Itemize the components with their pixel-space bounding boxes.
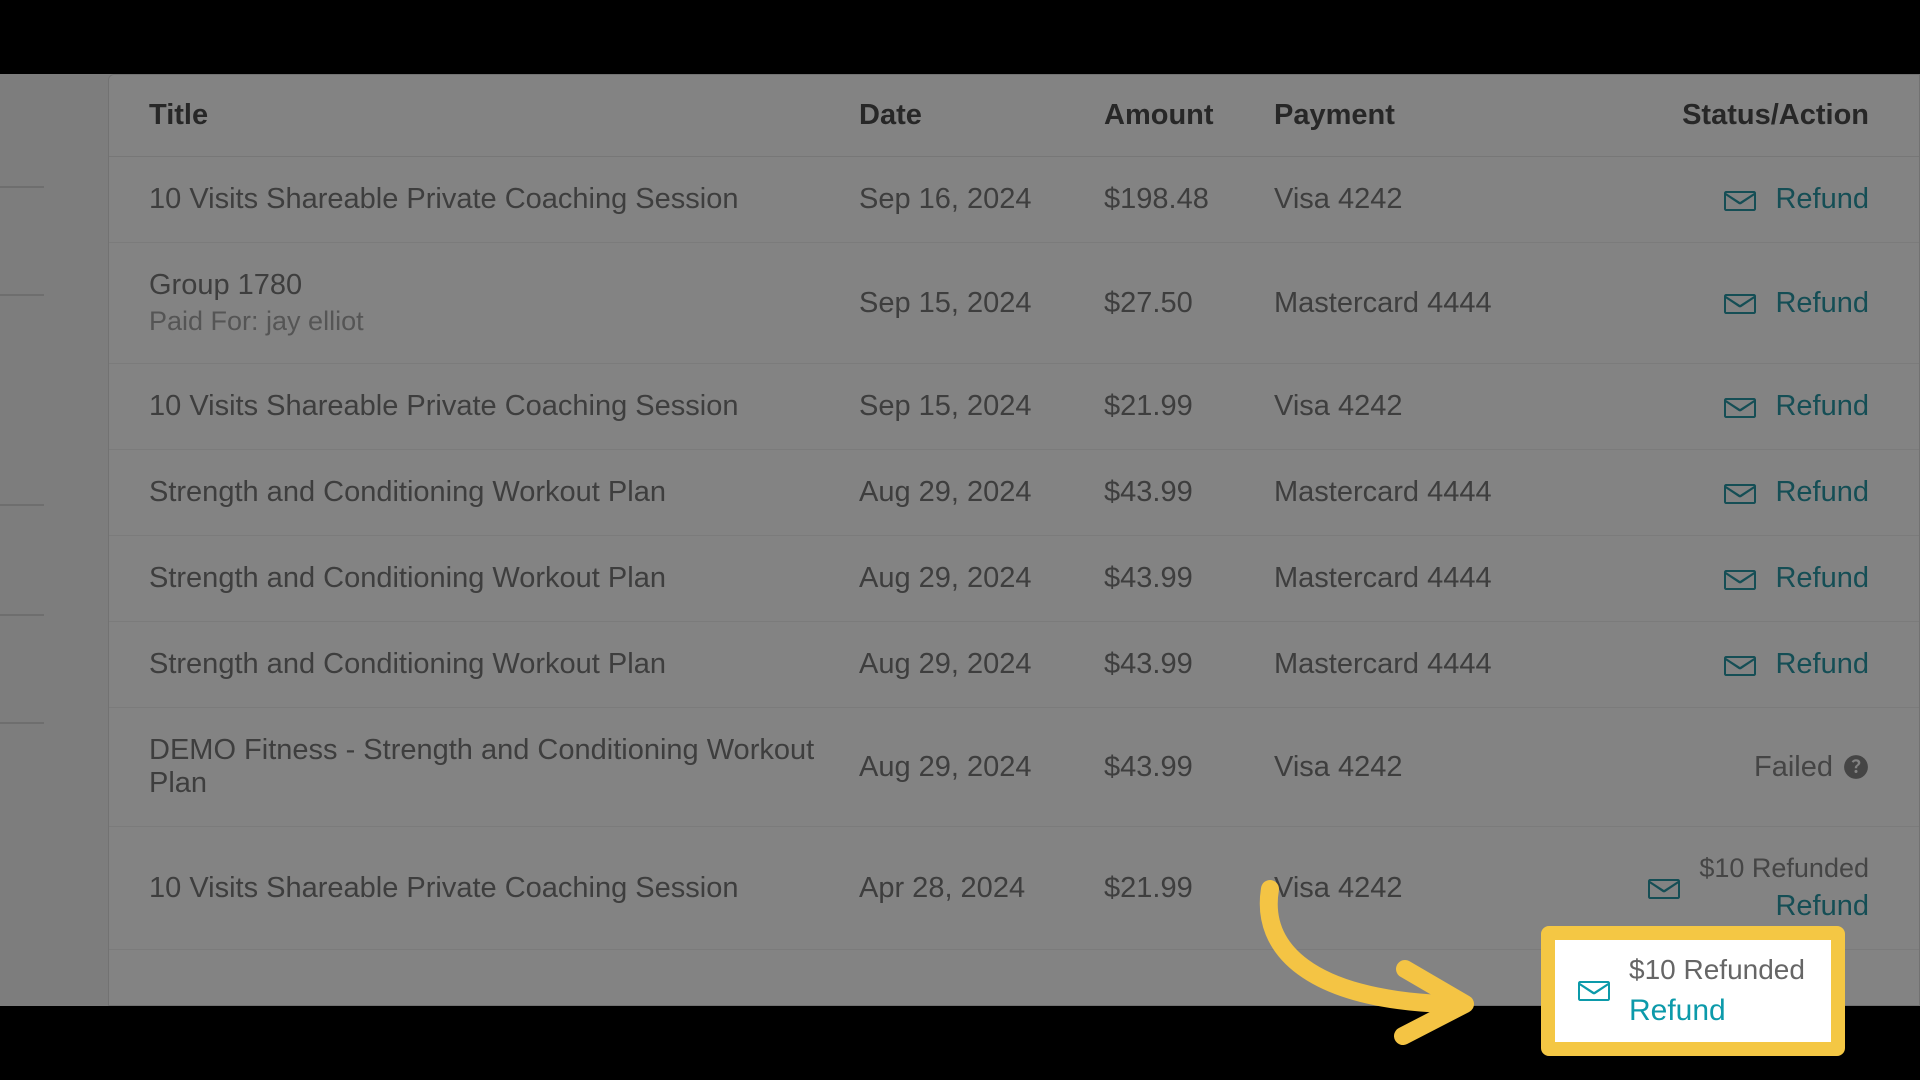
cell-payment: Mastercard 4444: [1254, 622, 1554, 708]
cell-amount: $27.50: [1084, 243, 1254, 364]
table-row: Strength and Conditioning Workout Plan Au…: [109, 622, 1919, 708]
transaction-title: DEMO Fitness - Strength and Conditioning…: [149, 734, 819, 800]
cell-status: Refund: [1554, 622, 1919, 708]
table-row: 10 Visits Shareable Private Coaching Ses…: [109, 157, 1919, 243]
cell-payment: Mastercard 4444: [1254, 536, 1554, 622]
transaction-title: Strength and Conditioning Workout Plan: [149, 562, 819, 595]
cell-date: Sep 15, 2024: [839, 243, 1084, 364]
cell-date: Aug 29, 2024: [839, 536, 1084, 622]
table-row: Group 1780 Paid For: jay elliot Sep 15, 20…: [109, 243, 1919, 364]
mail-icon[interactable]: [1577, 979, 1611, 1003]
refunded-amount-note: $10 Refunded: [1629, 954, 1805, 986]
help-icon[interactable]: [1843, 754, 1869, 780]
transaction-title: Strength and Conditioning Workout Plan: [149, 476, 819, 509]
cell-date: Sep 15, 2024: [839, 364, 1084, 450]
mail-icon[interactable]: [1723, 653, 1757, 677]
refund-link[interactable]: Refund: [1775, 648, 1869, 681]
table-row: Strength and Conditioning Workout Plan Au…: [109, 536, 1919, 622]
app-viewport: Title Date Amount Payment Status/Action …: [0, 74, 1920, 1006]
mail-icon[interactable]: [1723, 188, 1757, 212]
transaction-title: 10 Visits Shareable Private Coaching Ses…: [149, 390, 819, 423]
mail-icon[interactable]: [1723, 481, 1757, 505]
cell-title: Strength and Conditioning Workout Plan: [109, 622, 839, 708]
transactions-panel: Title Date Amount Payment Status/Action …: [108, 74, 1920, 1006]
transactions-table: Title Date Amount Payment Status/Action …: [109, 75, 1919, 950]
cell-date: Aug 29, 2024: [839, 708, 1084, 827]
cell-payment: Visa 4242: [1254, 364, 1554, 450]
cell-amount: $43.99: [1084, 622, 1254, 708]
cell-title: Strength and Conditioning Workout Plan: [109, 536, 839, 622]
table-row: 10 Visits Shareable Private Coaching Ses…: [109, 364, 1919, 450]
mail-icon[interactable]: [1723, 291, 1757, 315]
cell-amount: $43.99: [1084, 450, 1254, 536]
cell-title: 10 Visits Shareable Private Coaching Ses…: [109, 364, 839, 450]
refund-link[interactable]: Refund: [1775, 562, 1869, 595]
cell-status: Refund: [1554, 536, 1919, 622]
cell-status: Refund: [1554, 157, 1919, 243]
col-header-status: Status/Action: [1554, 75, 1919, 157]
transaction-title: Strength and Conditioning Workout Plan: [149, 648, 819, 681]
cell-status: Refund: [1554, 243, 1919, 364]
cell-amount: $21.99: [1084, 827, 1254, 950]
refunded-amount-note: $10 Refunded: [1699, 853, 1869, 884]
cell-amount: $21.99: [1084, 364, 1254, 450]
refund-link[interactable]: Refund: [1775, 476, 1869, 509]
cell-title: 10 Visits Shareable Private Coaching Ses…: [109, 827, 839, 950]
cell-date: Sep 16, 2024: [839, 157, 1084, 243]
cell-payment: Visa 4242: [1254, 157, 1554, 243]
cell-payment: Mastercard 4444: [1254, 243, 1554, 364]
mail-icon[interactable]: [1647, 876, 1681, 900]
transaction-subtitle: Paid For: jay elliot: [149, 306, 819, 337]
cell-title: Group 1780 Paid For: jay elliot: [109, 243, 839, 364]
cell-status: Refund: [1554, 364, 1919, 450]
refund-link[interactable]: Refund: [1629, 994, 1726, 1028]
cell-status: Refund: [1554, 450, 1919, 536]
transaction-title: Group 1780: [149, 269, 819, 302]
col-header-title: Title: [109, 75, 839, 157]
mail-icon[interactable]: [1723, 567, 1757, 591]
transaction-title: 10 Visits Shareable Private Coaching Ses…: [149, 872, 819, 905]
table-row: DEMO Fitness - Strength and Conditioning…: [109, 708, 1919, 827]
sidebar-placeholder: [0, 74, 108, 1006]
cell-payment: Visa 4242: [1254, 708, 1554, 827]
cell-payment: Visa 4242: [1254, 827, 1554, 950]
cell-title: 10 Visits Shareable Private Coaching Ses…: [109, 157, 839, 243]
transaction-title: 10 Visits Shareable Private Coaching Ses…: [149, 183, 819, 216]
refund-link[interactable]: Refund: [1775, 287, 1869, 320]
highlight-refund-box: $10 Refunded Refund: [1541, 926, 1845, 1056]
col-header-amount: Amount: [1084, 75, 1254, 157]
cell-date: Aug 29, 2024: [839, 450, 1084, 536]
refund-link[interactable]: Refund: [1775, 183, 1869, 216]
col-header-date: Date: [839, 75, 1084, 157]
cell-amount: $43.99: [1084, 708, 1254, 827]
col-header-payment: Payment: [1254, 75, 1554, 157]
cell-payment: Mastercard 4444: [1254, 450, 1554, 536]
cell-date: Apr 28, 2024: [839, 827, 1084, 950]
refund-link[interactable]: Refund: [1775, 890, 1869, 923]
cell-title: Strength and Conditioning Workout Plan: [109, 450, 839, 536]
mail-icon[interactable]: [1723, 395, 1757, 419]
cell-title: DEMO Fitness - Strength and Conditioning…: [109, 708, 839, 827]
cell-amount: $198.48: [1084, 157, 1254, 243]
cell-status: Failed: [1554, 708, 1919, 827]
refund-link[interactable]: Refund: [1775, 390, 1869, 423]
cell-amount: $43.99: [1084, 536, 1254, 622]
cell-date: Aug 29, 2024: [839, 622, 1084, 708]
table-header-row: Title Date Amount Payment Status/Action: [109, 75, 1919, 157]
failed-status: Failed: [1754, 751, 1869, 784]
table-row: Strength and Conditioning Workout Plan Au…: [109, 450, 1919, 536]
